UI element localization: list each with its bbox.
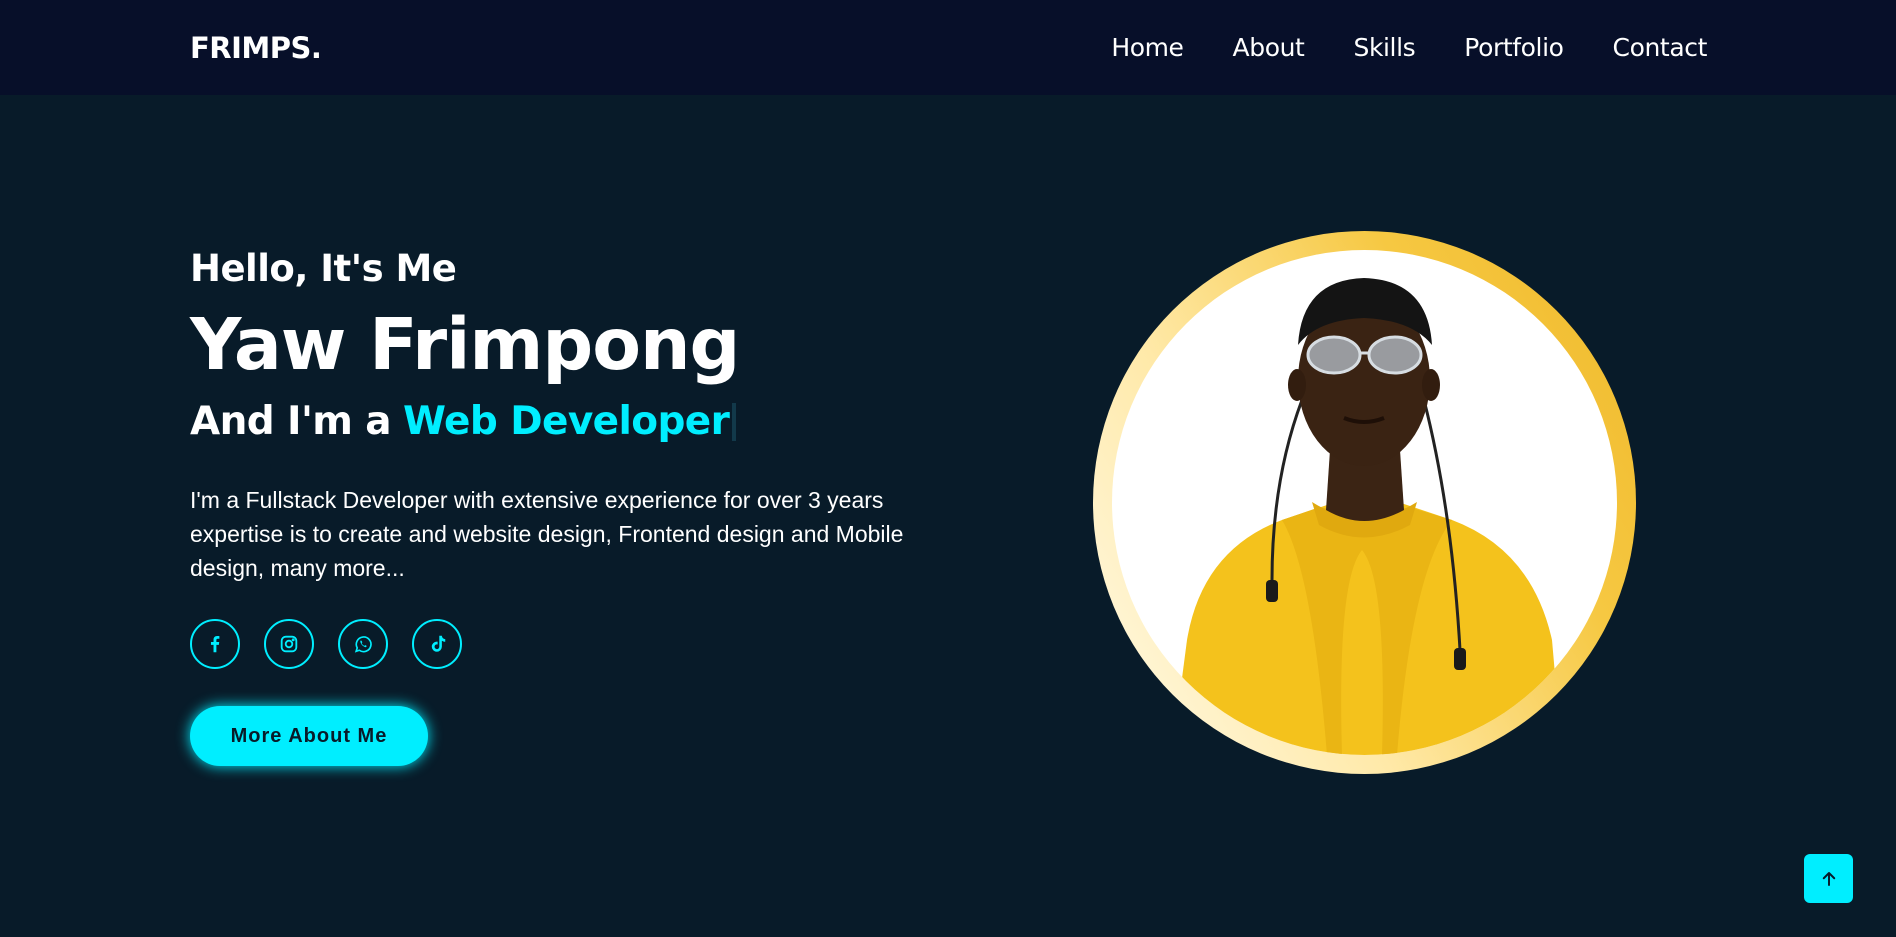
- instagram-icon[interactable]: [264, 619, 314, 669]
- facebook-icon[interactable]: [190, 619, 240, 669]
- role-prefix: And I'm a: [190, 399, 392, 444]
- hero-content: Hello, It's Me Yaw Frimpong And I'm a We…: [190, 250, 970, 766]
- hero-name: Yaw Frimpong: [190, 303, 740, 386]
- main-nav: Home About Skills Portfolio Contact: [1111, 33, 1707, 62]
- profile-photo-ring: [1093, 231, 1636, 774]
- arrow-up-icon: [1822, 871, 1835, 886]
- profile-illustration: [1172, 278, 1562, 755]
- hero-role-line: And I'm a Web Developer: [190, 402, 970, 441]
- whatsapp-icon[interactable]: [338, 619, 388, 669]
- site-header: FRIMPS. Home About Skills Portfolio Cont…: [0, 0, 1896, 95]
- more-about-me-button[interactable]: More About Me: [190, 706, 428, 766]
- nav-skills[interactable]: Skills: [1353, 33, 1415, 62]
- nav-home[interactable]: Home: [1111, 33, 1184, 62]
- profile-photo: [1112, 250, 1617, 755]
- back-to-top-button[interactable]: [1804, 854, 1853, 903]
- nav-contact[interactable]: Contact: [1613, 33, 1708, 62]
- hero-description: I'm a Fullstack Developer with extensive…: [190, 487, 904, 581]
- hero-greeting: Hello, It's Me: [190, 247, 457, 290]
- nav-portfolio[interactable]: Portfolio: [1464, 33, 1564, 62]
- logo[interactable]: FRIMPS.: [190, 31, 322, 65]
- nav-about[interactable]: About: [1233, 33, 1305, 62]
- typing-cursor: [732, 402, 737, 441]
- role-text: Web Developer: [403, 399, 730, 444]
- tiktok-icon[interactable]: [412, 619, 462, 669]
- social-links: [190, 619, 970, 669]
